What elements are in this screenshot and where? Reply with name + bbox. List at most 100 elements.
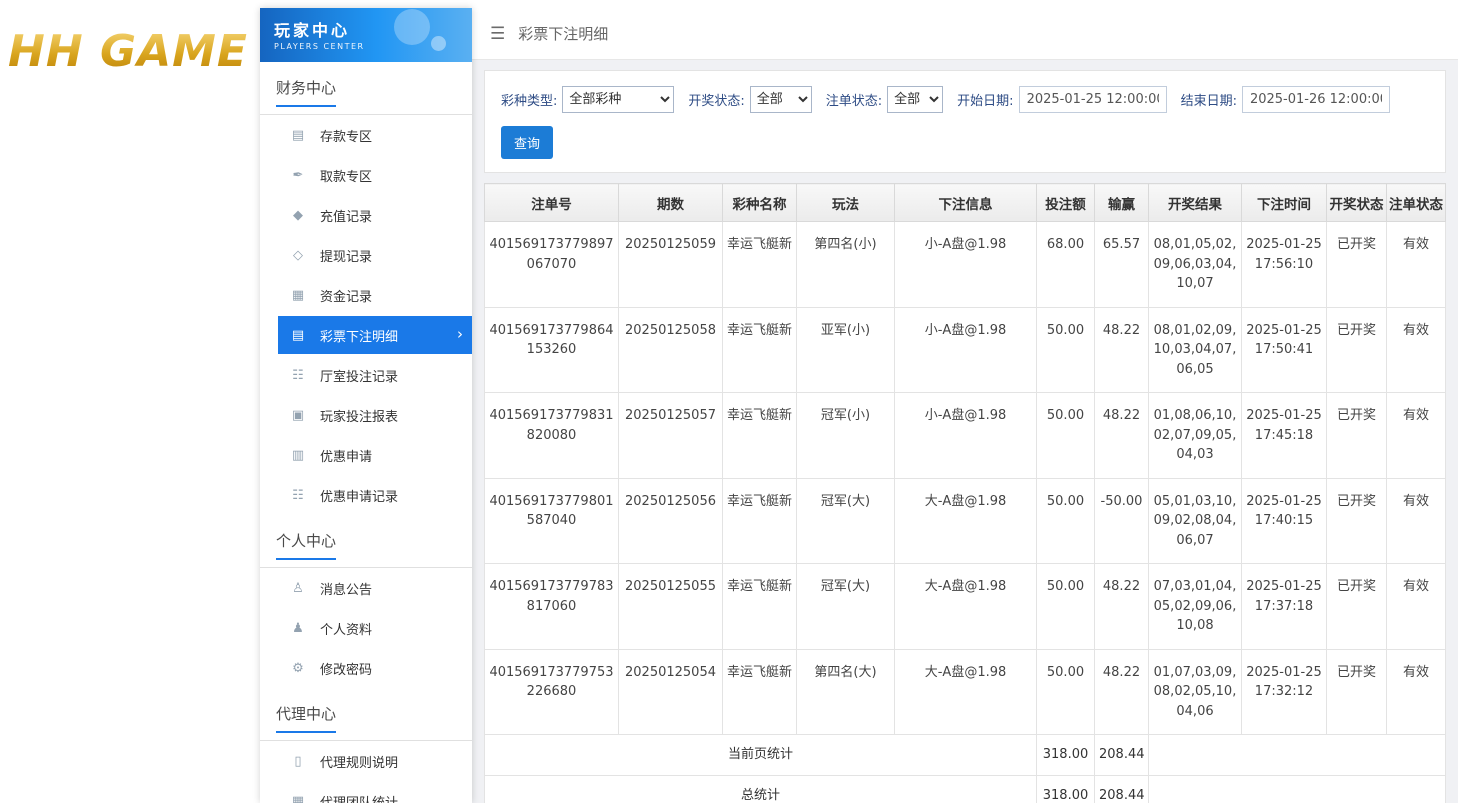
table-cell: 大-A盘@1.98 <box>895 478 1037 564</box>
sidebar-item-label: 取款专区 <box>320 166 372 185</box>
end-date-input[interactable] <box>1242 86 1390 113</box>
filter-row: 彩种类型: 全部彩种 开奖状态: 全部 注单状态: 全部 开始日期: 结束日期: <box>501 86 1429 113</box>
sidebar: 玩家中心 PLAYERS CENTER 财务中心▤存款专区✒取款专区◆充值记录◇… <box>260 8 472 803</box>
table-cell: 第四名(小) <box>797 222 895 308</box>
main-area: ☰ 彩票下注明细 彩种类型: 全部彩种 开奖状态: 全部 注单状态: 全部 <box>472 8 1458 803</box>
promo-apply-records-icon: ☷ <box>290 488 306 503</box>
column-header: 开奖状态 <box>1327 184 1387 222</box>
column-header: 开奖结果 <box>1149 184 1242 222</box>
lottery-type-select[interactable]: 全部彩种 <box>562 86 674 113</box>
table-cell: 2025-01-25 17:37:18 <box>1242 564 1327 650</box>
sidebar-item-promo-apply-records[interactable]: ☷ 优惠申请记录 <box>260 475 472 515</box>
table-cell: 冠军(小) <box>797 393 895 479</box>
table-cell: 50.00 <box>1037 478 1095 564</box>
page-title: 彩票下注明细 <box>518 23 608 44</box>
sidebar-item-withdrawal-records[interactable]: ◇提现记录 <box>260 235 472 275</box>
table-cell: 大-A盘@1.98 <box>895 649 1037 735</box>
sidebar-item-player-bet-report[interactable]: ▣玩家投注报表 <box>260 395 472 435</box>
column-header: 期数 <box>619 184 723 222</box>
table-cell: 50.00 <box>1037 393 1095 479</box>
agent-team-stats-icon: ▦ <box>290 794 306 803</box>
sidebar-item-label: 优惠申请 <box>320 446 372 465</box>
chevron-right-icon: › <box>457 325 463 343</box>
withdraw-zone-icon: ✒ <box>290 168 306 183</box>
sidebar-item-withdraw-zone[interactable]: ✒ 取款专区 <box>260 155 472 195</box>
table-cell: 2025-01-25 17:56:10 <box>1242 222 1327 308</box>
page-summary-bet-total: 318.00 <box>1037 735 1095 776</box>
table-cell: 2025-01-25 17:32:12 <box>1242 649 1327 735</box>
table-cell: 48.22 <box>1095 649 1149 735</box>
query-button[interactable]: 查询 <box>501 126 553 159</box>
table-cell: 已开奖 <box>1327 478 1387 564</box>
table-cell: 50.00 <box>1037 307 1095 393</box>
table-cell: 已开奖 <box>1327 393 1387 479</box>
table-cell: 20250125054 <box>619 649 723 735</box>
menu-toggle-icon[interactable]: ☰ <box>490 24 505 44</box>
end-date-label: 结束日期: <box>1181 90 1237 109</box>
table-cell: 50.00 <box>1037 564 1095 650</box>
hall-bet-records-icon: ☷ <box>290 368 306 383</box>
table-cell: 65.57 <box>1095 222 1149 308</box>
table-cell: 大-A盘@1.98 <box>895 564 1037 650</box>
content: 彩种类型: 全部彩种 开奖状态: 全部 注单状态: 全部 开始日期: 结束日期: <box>472 60 1458 803</box>
sidebar-item-label: 修改密码 <box>320 659 372 678</box>
table-cell: 亚军(小) <box>797 307 895 393</box>
table-cell: 20250125059 <box>619 222 723 308</box>
table-cell: 20250125056 <box>619 478 723 564</box>
table-cell: 幸运飞艇新 <box>723 307 797 393</box>
sidebar-item-profile[interactable]: ♟个人资料 <box>260 608 472 648</box>
table-cell: 05,01,03,10,09,02,08,04,06,07 <box>1149 478 1242 564</box>
sidebar-item-hall-bet-records[interactable]: ☷厅室投注记录 <box>260 355 472 395</box>
table-cell: 小-A盘@1.98 <box>895 307 1037 393</box>
table-cell: 2025-01-25 17:45:18 <box>1242 393 1327 479</box>
table-cell: 08,01,02,09,10,03,04,07,06,05 <box>1149 307 1242 393</box>
draw-status-select[interactable]: 全部 <box>750 86 812 113</box>
page-summary-winloss-total: 208.44 <box>1095 735 1149 776</box>
sidebar-item-label: 优惠申请记录 <box>320 486 398 505</box>
sidebar-item-messages[interactable]: ♙消息公告 <box>260 568 472 608</box>
total-summary-label: 总统计 <box>485 775 1037 803</box>
sidebar-item-lottery-bet-details[interactable]: ▤彩票下注明细› <box>278 316 472 354</box>
sidebar-item-recharge-records[interactable]: ◆充值记录 <box>260 195 472 235</box>
table-row: 40156917377983182008020250125057幸运飞艇新冠军(… <box>485 393 1446 479</box>
table-row: 40156917377980158704020250125056幸运飞艇新冠军(… <box>485 478 1446 564</box>
brand-logo: HH GAME <box>0 26 260 77</box>
sidebar-item-promo-apply[interactable]: ▥ 优惠申请 <box>260 435 472 475</box>
sidebar-nav: 财务中心▤存款专区✒取款专区◆充值记录◇提现记录▦资金记录▤彩票下注明细›☷厅室… <box>260 62 472 803</box>
sidebar-item-label: 提现记录 <box>320 246 372 265</box>
column-header: 注单号 <box>485 184 619 222</box>
page: HH GAME 玩家中心 PLAYERS CENTER 财务中心▤存款专区✒取款… <box>0 0 1458 803</box>
column-header: 彩种名称 <box>723 184 797 222</box>
sidebar-item-label: 充值记录 <box>320 206 372 225</box>
table-cell: 2025-01-25 17:40:15 <box>1242 478 1327 564</box>
table-row: 40156917377986415326020250125058幸运飞艇新亚军(… <box>485 307 1446 393</box>
table-cell: 幸运飞艇新 <box>723 393 797 479</box>
sidebar-item-fund-records[interactable]: ▦资金记录 <box>260 275 472 315</box>
table-cell: 有效 <box>1387 393 1446 479</box>
lottery-type-label: 彩种类型: <box>501 90 557 109</box>
table-cell: 有效 <box>1387 222 1446 308</box>
promo-apply-icon: ▥ <box>290 448 306 463</box>
sidebar-item-label: 代理规则说明 <box>320 752 398 771</box>
table-cell: 50.00 <box>1037 649 1095 735</box>
sidebar-item-agent-team-stats[interactable]: ▦代理团队统计 <box>260 781 472 803</box>
table-cell: 401569173779783817060 <box>485 564 619 650</box>
page-summary-label: 当前页统计 <box>485 735 1037 776</box>
sidebar-item-change-password[interactable]: ⚙修改密码 <box>260 648 472 688</box>
table-cell: -50.00 <box>1095 478 1149 564</box>
sidebar-item-agent-rules[interactable]: ▯代理规则说明 <box>260 741 472 781</box>
sidebar-item-label: 玩家投注报表 <box>320 406 398 425</box>
total-summary-bet-total: 318.00 <box>1037 775 1095 803</box>
table-cell: 401569173779801587040 <box>485 478 619 564</box>
total-summary-empty <box>1149 775 1446 803</box>
sidebar-section-title-agent: 代理中心 <box>260 688 472 733</box>
table-row: 40156917377989706707020250125059幸运飞艇新第四名… <box>485 222 1446 308</box>
table-cell: 幸运飞艇新 <box>723 222 797 308</box>
order-status-select[interactable]: 全部 <box>887 86 943 113</box>
table-cell: 有效 <box>1387 307 1446 393</box>
sidebar-item-deposit-zone[interactable]: ▤存款专区 <box>260 115 472 155</box>
start-date-input[interactable] <box>1019 86 1167 113</box>
table-cell: 小-A盘@1.98 <box>895 222 1037 308</box>
logo-area: HH GAME <box>0 0 260 803</box>
total-summary-winloss-total: 208.44 <box>1095 775 1149 803</box>
